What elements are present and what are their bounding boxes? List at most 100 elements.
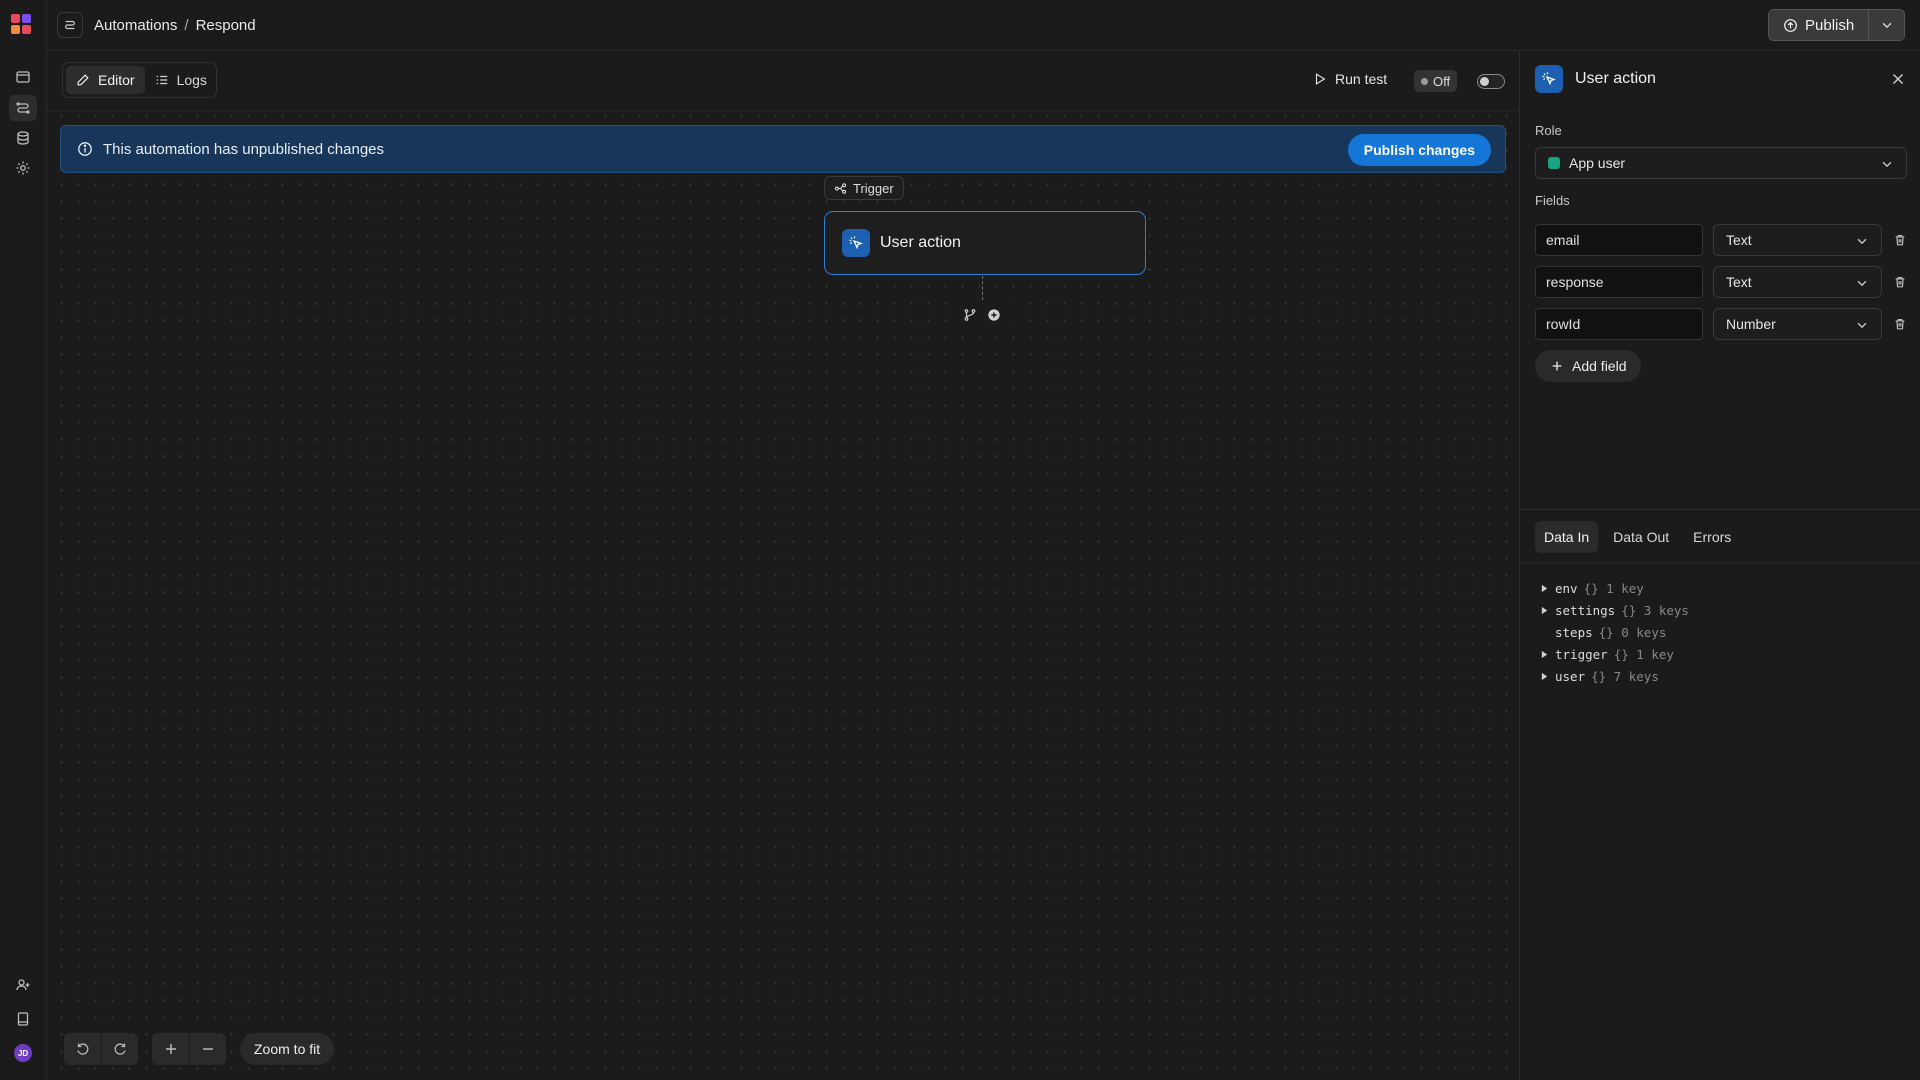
run-test-button[interactable]: Run test [1313,71,1387,87]
chevron-down-icon [1882,22,1892,29]
rail-settings-gear-icon[interactable] [9,155,37,181]
tree-key: settings [1555,602,1616,618]
zoom-to-fit-button[interactable]: Zoom to fit [240,1033,335,1065]
tree-item-settings[interactable]: settings {} 3 keys [1540,599,1689,621]
field-type-select[interactable]: Text [1713,224,1882,256]
history-controls [64,1033,138,1065]
field-type-value: Number [1726,316,1776,332]
breadcrumb-separator: / [184,17,189,34]
close-panel-button[interactable] [1888,69,1908,89]
tab-errors[interactable]: Errors [1684,521,1740,553]
upload-icon [1784,18,1797,32]
app-logo-icon[interactable] [11,14,33,36]
flow-canvas[interactable]: Editor Logs Run test Off This automation… [47,51,1519,1080]
add-field-button[interactable]: Add field [1535,350,1642,382]
banner-message: This automation has unpublished changes [103,140,385,158]
tree-item-env[interactable]: env {} 1 key [1540,577,1689,599]
tree-item-trigger[interactable]: trigger {} 1 key [1540,643,1689,665]
role-value: App user [1569,155,1626,171]
delete-field-trash-icon[interactable] [1893,275,1907,289]
panel-title: User action [1575,70,1656,87]
trigger-branch-icon [834,182,847,194]
field-name-input[interactable]: response [1535,266,1703,298]
delete-field-trash-icon[interactable] [1893,317,1907,331]
automation-enabled-toggle[interactable] [1477,74,1505,89]
publish-changes-button[interactable]: Publish changes [1347,134,1491,166]
status-dot [1421,77,1428,85]
avatar[interactable]: JD [14,1044,32,1062]
data-divider [1520,562,1920,563]
chevron-down-icon [1882,161,1892,168]
unpublished-banner: This automation has unpublished changes … [60,125,1506,173]
cursor-click-icon [842,229,870,257]
canvas-controls: Zoom to fit [64,1033,335,1065]
field-name-input[interactable]: rowId [1535,308,1703,340]
tab-editor-label: Editor [98,72,135,88]
canvas-toolbar: Editor Logs Run test Off [47,51,1519,111]
field-type-value: Text [1726,232,1752,248]
add-branch-icon[interactable] [963,308,977,322]
redo-button[interactable] [101,1033,138,1065]
zoom-out-button[interactable] [189,1033,226,1065]
publish-dropdown-button[interactable] [1868,10,1905,40]
tab-logs-label: Logs [176,72,207,88]
role-label: Role [1535,123,1562,138]
chevron-down-icon [1857,322,1867,329]
tree-key: user [1555,668,1586,684]
field-type-select[interactable]: Number [1713,308,1882,340]
tree-meta: {} 1 key [1613,646,1674,662]
tree-key: env [1555,580,1578,596]
step-config-panel: User action Role App user Fields email T… [1519,51,1920,1080]
rail-docs-icon[interactable] [9,1006,37,1032]
data-tabs: Data In Data Out Errors [1535,521,1740,553]
undo-button[interactable] [64,1033,101,1065]
zoom-controls [152,1033,226,1065]
trigger-label-text: Trigger [853,180,894,196]
automation-flow-icon[interactable] [57,12,83,38]
data-tree: env {} 1 key settings {} 3 keys steps {}… [1540,577,1689,687]
tab-data-out[interactable]: Data Out [1604,521,1678,553]
breadcrumb-automations[interactable]: Automations [94,17,177,34]
chevron-down-icon [1857,238,1867,245]
delete-field-trash-icon[interactable] [1893,233,1907,247]
plus-icon [1552,361,1562,371]
minus-icon [203,1048,213,1050]
field-type-select[interactable]: Text [1713,266,1882,298]
node-actions [950,301,1014,329]
panel-header: User action [1535,65,1656,93]
run-test-label: Run test [1335,71,1388,87]
zoom-in-button[interactable] [152,1033,189,1065]
add-field-label: Add field [1572,358,1627,374]
field-name-input[interactable]: email [1535,224,1703,256]
plus-icon [165,1044,176,1054]
field-type-value: Text [1726,274,1752,290]
rail-add-user-icon[interactable] [9,972,37,998]
top-bar: Automations / Respond Publish [47,0,1920,51]
caret-right-icon [1541,650,1548,658]
add-step-plus-icon[interactable] [987,308,1001,322]
rail-automations-icon[interactable] [9,95,37,121]
breadcrumb-current: Respond [195,17,256,34]
caret-right-icon [1541,606,1548,614]
pencil-icon [77,74,89,86]
status-badge: Off [1414,70,1458,92]
status-label: Off [1433,73,1451,89]
tree-meta: {} 1 key [1583,580,1644,596]
role-select[interactable]: App user [1535,147,1907,179]
left-rail: JD [0,0,47,1080]
tab-editor[interactable]: Editor [66,66,145,94]
publish-button[interactable]: Publish [1769,10,1869,40]
play-icon [1315,73,1326,85]
role-color-swatch [1548,157,1560,169]
tab-data-in[interactable]: Data In [1535,521,1599,553]
trigger-node-user-action[interactable]: User action [824,211,1146,275]
close-icon [1892,73,1904,85]
tab-logs[interactable]: Logs [145,66,217,94]
rail-data-icon[interactable] [9,125,37,151]
rail-apps-icon[interactable] [9,64,37,90]
panel-divider [1520,509,1920,510]
tree-meta: {} 7 keys [1591,668,1659,684]
tree-item-user[interactable]: user {} 7 keys [1540,665,1689,687]
fields-label: Fields [1535,193,1570,208]
publish-label: Publish [1805,16,1855,34]
